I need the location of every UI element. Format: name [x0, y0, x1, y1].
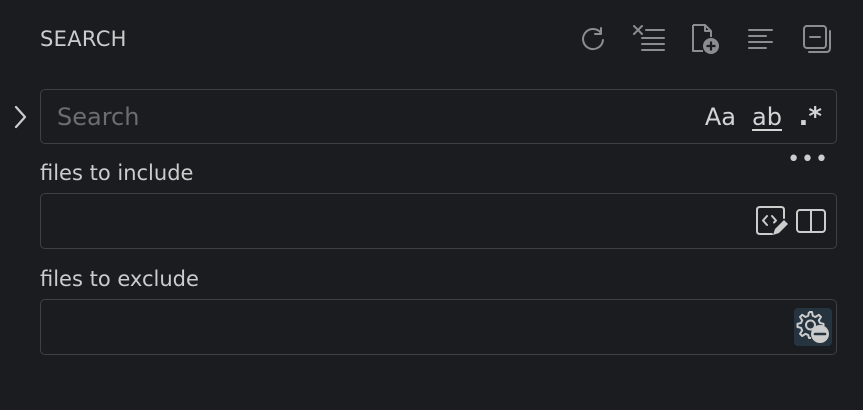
gear-minus-icon — [796, 311, 829, 343]
chevron-right-icon — [14, 105, 27, 129]
open-editors-icon — [756, 206, 788, 235]
refresh-button[interactable] — [575, 21, 611, 57]
toggle-replace-button[interactable] — [8, 102, 32, 132]
refresh-icon — [582, 27, 604, 51]
panel-title: SEARCH — [40, 27, 127, 51]
search-header: SEARCH — [40, 24, 835, 54]
use-regex-toggle[interactable]: .* — [799, 102, 822, 132]
use-exclude-settings-book-button[interactable] — [792, 202, 830, 240]
files-to-exclude-input[interactable] — [55, 300, 659, 354]
files-to-exclude-box — [40, 299, 837, 355]
files-to-exclude-label: files to exclude — [40, 267, 199, 291]
new-search-editor-icon — [692, 24, 719, 54]
view-as-tree-icon — [748, 29, 773, 49]
collapse-all-icon — [803, 25, 831, 53]
view-as-tree-button[interactable] — [743, 21, 779, 57]
search-input-box: Aa ab .* — [40, 89, 837, 144]
clear-results-button[interactable] — [631, 21, 667, 57]
match-case-toggle[interactable]: Aa — [705, 103, 736, 131]
files-to-include-label: files to include — [40, 161, 194, 185]
header-actions — [555, 24, 835, 54]
collapse-all-button[interactable] — [799, 21, 835, 57]
search-only-open-editors-button[interactable] — [752, 202, 790, 240]
book-icon — [796, 209, 826, 233]
files-to-include-input[interactable] — [55, 194, 659, 248]
search-panel: SEARCH Search Aa ab .* ••• files to incl… — [0, 0, 863, 410]
clear-results-icon — [633, 25, 665, 51]
use-exclude-settings-button[interactable] — [794, 308, 832, 346]
match-whole-word-toggle[interactable]: ab — [752, 103, 782, 131]
search-input[interactable] — [55, 90, 659, 143]
files-to-include-box — [40, 193, 837, 249]
new-search-editor-button[interactable] — [687, 21, 723, 57]
toggle-search-details-button[interactable]: ••• — [787, 149, 829, 171]
